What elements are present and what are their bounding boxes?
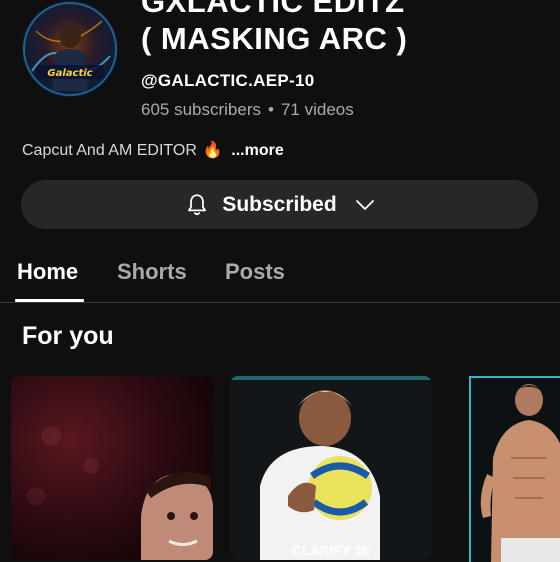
subscriber-count: 605 subscribers <box>141 100 262 119</box>
channel-title-line2: ( MASKING ARC ) <box>141 21 408 56</box>
channel-description[interactable]: Capcut And AM EDITOR 🔥 ...more <box>22 140 284 160</box>
video-thumbnail-3[interactable] <box>469 376 560 562</box>
more-link[interactable]: ...more <box>231 142 283 159</box>
subscribed-label: Subscribed <box>222 192 337 216</box>
tab-shorts[interactable]: Shorts <box>117 259 187 285</box>
description-text: Capcut And AM EDITOR <box>22 142 197 159</box>
meta-separator: • <box>268 100 274 119</box>
avatar-logo-text: Galactic <box>47 68 92 79</box>
video-caption-2: CLARIFY 35 <box>292 543 370 558</box>
fire-emoji-icon: 🔥 <box>202 142 223 159</box>
avatar-image: Galactic <box>23 2 117 96</box>
video-count: 71 videos <box>280 100 354 119</box>
channel-avatar[interactable]: Galactic <box>22 1 118 97</box>
tab-posts[interactable]: Posts <box>225 259 285 285</box>
thumbnail-image-3 <box>471 378 560 562</box>
section-title: For you <box>22 322 114 350</box>
chevron-down-icon <box>355 199 374 210</box>
video-thumbnail-2[interactable]: CLARIFY 35 <box>230 376 432 560</box>
bell-icon <box>188 193 207 215</box>
video-thumbnail-1[interactable] <box>11 376 213 560</box>
subscribed-button[interactable]: Subscribed <box>21 180 538 229</box>
tabs-divider <box>0 302 560 303</box>
channel-handle: @GALACTIC.AEP-10 <box>141 71 315 90</box>
channel-meta: 605 subscribers • 71 videos <box>141 100 354 120</box>
tab-home[interactable]: Home <box>17 259 78 285</box>
thumbnail-image-2 <box>230 376 432 560</box>
channel-title-line1: GXLACTIC EDITZ <box>141 0 405 19</box>
thumbnail-image-1 <box>11 376 213 560</box>
